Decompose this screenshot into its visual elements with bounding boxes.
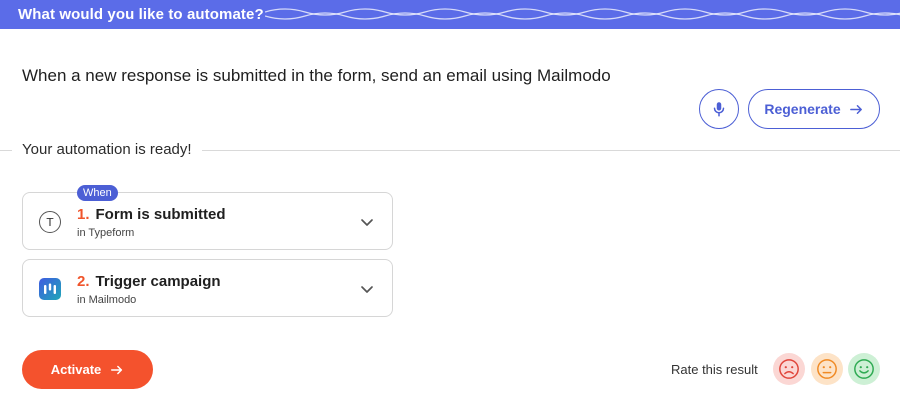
mailmodo-icon [39, 278, 61, 300]
step-title: 1. Form is submitted [77, 206, 226, 223]
rate-neutral-button[interactable] [811, 353, 843, 385]
rate-sad-button[interactable] [773, 353, 805, 385]
step-title-text: Form is submitted [95, 206, 226, 223]
sad-face-icon [779, 359, 799, 379]
chevron-down-icon[interactable] [360, 282, 374, 296]
rate-happy-button[interactable] [848, 353, 880, 385]
chevron-down-icon[interactable] [360, 215, 374, 229]
step-card-action[interactable]: 2. Trigger campaign in Mailmodo [22, 259, 393, 317]
happy-face-icon [854, 359, 874, 379]
step-title-text: Trigger campaign [95, 273, 221, 290]
activate-button[interactable]: Activate [22, 350, 153, 389]
activate-label: Activate [50, 362, 102, 377]
neutral-face-icon [817, 359, 837, 379]
automation-prompt-text[interactable]: When a new response is submitted in the … [22, 66, 611, 86]
typeform-icon: T [39, 211, 61, 233]
step-card-trigger[interactable]: T 1. Form is submitted in Typeform [22, 192, 393, 250]
header-wave-decoration [265, 8, 900, 20]
step-title: 2. Trigger campaign [77, 273, 221, 290]
arrow-right-icon [849, 104, 862, 114]
step-number: 2. [77, 273, 90, 290]
header-bar: What would you like to automate? [0, 0, 900, 29]
regenerate-button[interactable]: Regenerate [748, 89, 880, 129]
mailmodo-logo-mark [44, 283, 56, 294]
trigger-when-badge: When [77, 185, 118, 201]
step-app-label: in Typeform [77, 227, 135, 239]
step-number: 1. [77, 206, 90, 223]
rate-result-label: Rate this result [671, 362, 758, 377]
arrow-right-icon [111, 365, 123, 374]
microphone-button[interactable] [699, 89, 739, 129]
automation-ready-label: Your automation is ready! [12, 141, 202, 158]
microphone-icon [713, 102, 725, 117]
step-app-label: in Mailmodo [77, 294, 137, 306]
regenerate-label: Regenerate [764, 101, 841, 117]
header-title: What would you like to automate? [18, 6, 264, 23]
